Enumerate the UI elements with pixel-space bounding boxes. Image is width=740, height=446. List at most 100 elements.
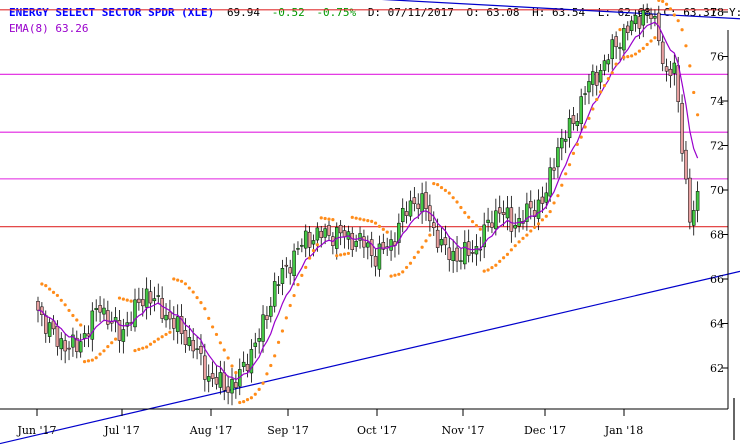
sar-dot: [308, 256, 312, 260]
candle-body: [354, 240, 358, 247]
candle-body: [55, 325, 60, 347]
sar-dot: [110, 341, 114, 345]
sar-dot: [622, 55, 626, 59]
sar-dot: [238, 400, 242, 405]
sar-dot: [48, 287, 52, 291]
sar-dot: [505, 252, 510, 256]
sar-dot: [327, 217, 331, 221]
candle-body: [210, 373, 215, 379]
candle-body: [529, 201, 533, 209]
candle-body: [540, 196, 545, 204]
candle-body: [319, 230, 323, 238]
sar-dot: [218, 341, 222, 345]
candle-body: [455, 247, 459, 262]
sar-dot: [595, 97, 599, 102]
sar-dot: [79, 323, 83, 327]
sar-dot: [653, 36, 657, 40]
candle-body: [195, 348, 199, 351]
candle-body: [637, 16, 642, 29]
candle-body: [327, 225, 331, 236]
candle-body: [265, 315, 269, 320]
sar-dot: [412, 255, 416, 260]
candle-body: [323, 228, 327, 238]
sar-dot: [125, 298, 129, 302]
candle-body: [245, 364, 250, 371]
sar-dot: [502, 256, 506, 260]
sar-dot: [560, 183, 564, 187]
candle-body: [443, 237, 448, 246]
sar-dot: [358, 217, 362, 221]
x-tick-label: Jun '17: [16, 424, 56, 437]
open-readout: O: 63.08: [467, 6, 520, 19]
sar-dot: [242, 400, 246, 404]
sar-dot: [451, 196, 455, 200]
sar-dot: [602, 83, 607, 88]
sar-dot: [350, 215, 354, 219]
sar-dot: [164, 332, 168, 337]
candle-body: [497, 207, 502, 214]
sar-dot: [121, 297, 125, 301]
sar-dot: [342, 252, 347, 256]
candle-body: [199, 345, 203, 354]
sar-dot: [455, 200, 459, 204]
candle-body: [606, 59, 611, 65]
sar-dot: [401, 270, 405, 274]
sar-dot: [494, 263, 498, 267]
symbol-title: ENERGY SELECT SECTOR SPDR (XLE): [9, 6, 214, 19]
candle-body: [98, 305, 102, 313]
sar-dot: [199, 301, 203, 305]
candle-body: [633, 15, 638, 25]
candle-body: [591, 71, 595, 85]
candle-body: [90, 310, 95, 340]
candle-body: [660, 41, 665, 64]
candle-body: [610, 39, 614, 60]
candle-body: [253, 342, 258, 347]
candle-body: [175, 316, 180, 332]
candle-body: [672, 62, 677, 74]
sar-dot: [187, 286, 191, 290]
sar-dot: [633, 52, 638, 56]
sar-dot: [183, 282, 188, 286]
candle-body: [36, 301, 40, 311]
candle-body: [474, 246, 479, 255]
sar-dot: [637, 49, 642, 53]
sar-dot: [513, 244, 517, 248]
sar-dot: [331, 218, 335, 222]
candle-body: [222, 372, 226, 391]
sar-dot: [257, 387, 261, 391]
sar-dot: [129, 299, 133, 303]
sar-dot: [191, 290, 195, 294]
candle-body: [435, 229, 440, 248]
candle-body: [206, 376, 211, 382]
sar-dot: [618, 27, 622, 32]
candle-body: [156, 295, 161, 297]
sar-dot: [214, 332, 219, 337]
sar-dot: [176, 278, 180, 282]
candle-body: [695, 191, 700, 211]
sar-dot: [226, 356, 230, 360]
candle: [680, 94, 684, 162]
sar-dot: [548, 209, 552, 214]
sar-dot: [606, 76, 610, 81]
candle-body: [618, 47, 622, 49]
y-tick-label: 68: [710, 229, 724, 242]
candle-body: [141, 299, 145, 307]
candle-body: [203, 355, 207, 380]
sar-dot: [408, 261, 413, 265]
sar-dot: [490, 265, 494, 270]
candle-body: [408, 200, 413, 217]
candle-body: [622, 28, 626, 51]
sar-dot: [323, 216, 327, 221]
sar-dot: [145, 345, 149, 349]
candle-body: [688, 177, 692, 223]
sar-dot: [498, 259, 502, 264]
sar-dot: [339, 253, 343, 257]
sar-dot: [432, 181, 436, 186]
candle-body: [218, 372, 223, 388]
sar-dot: [533, 225, 537, 229]
sar-dot: [152, 340, 156, 344]
candle-body: [187, 337, 192, 347]
candle-body: [552, 167, 556, 171]
sar-dot: [203, 307, 207, 311]
sar-dot: [614, 62, 618, 66]
